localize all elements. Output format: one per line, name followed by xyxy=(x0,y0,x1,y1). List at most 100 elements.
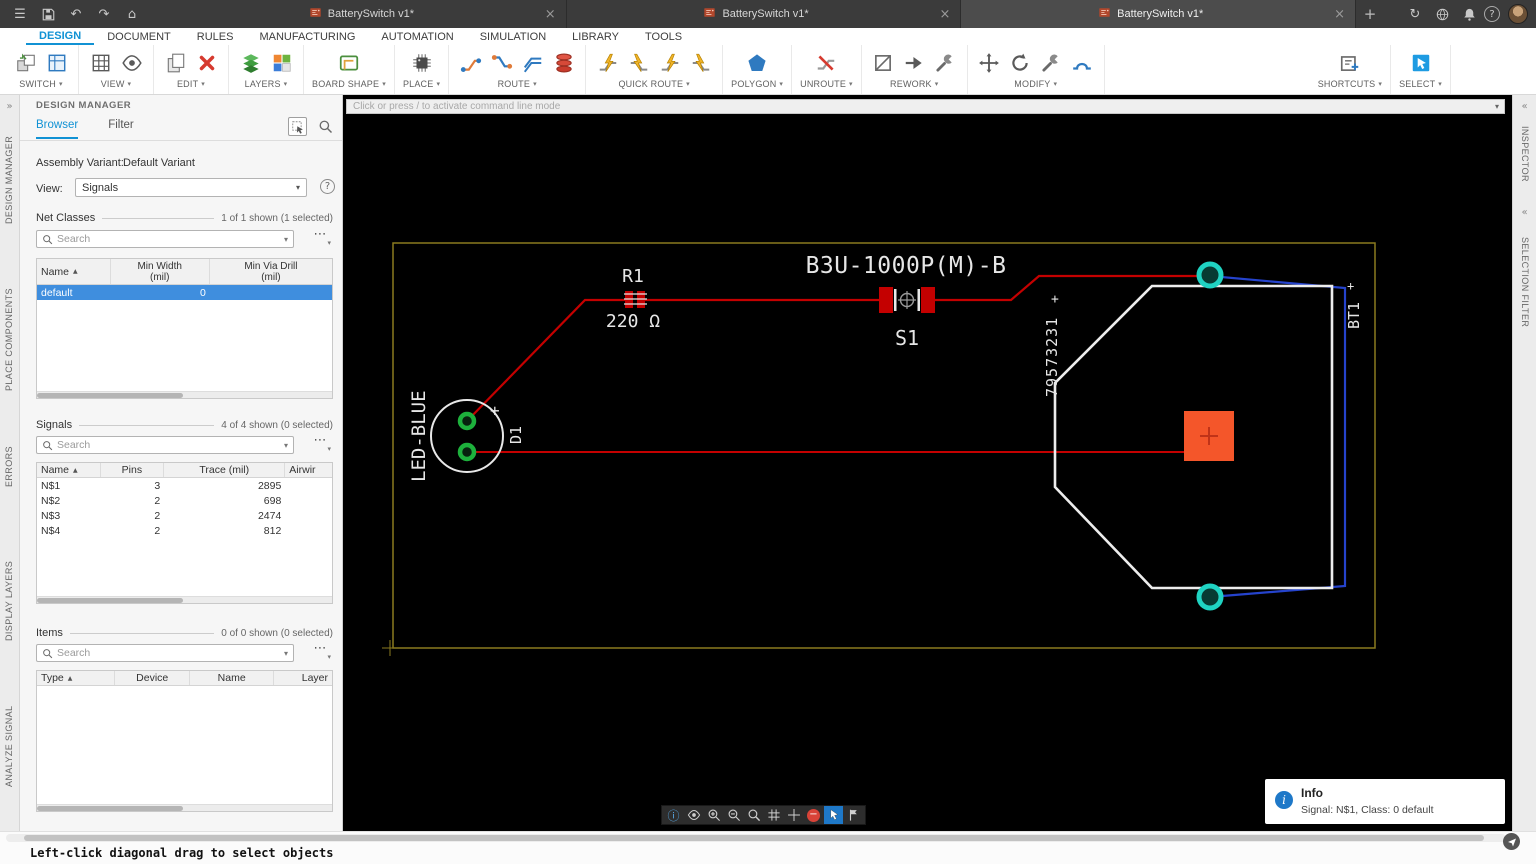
quick-route-icon[interactable] xyxy=(594,49,621,76)
zoom-fit-icon[interactable] xyxy=(744,806,763,824)
toolbar-menu-unroute[interactable]: UNROUTE ▾ xyxy=(800,79,853,89)
route-manual-icon[interactable] xyxy=(457,49,484,76)
tab-filter[interactable]: Filter xyxy=(108,119,134,139)
feedback-icon[interactable] xyxy=(1503,833,1520,850)
led-pad-anode[interactable] xyxy=(457,411,477,431)
toolbar-menu-board-shape[interactable]: BOARD SHAPE ▾ xyxy=(312,79,386,89)
view-visibility-icon[interactable] xyxy=(118,49,145,76)
column-trace[interactable]: Trace (mil) xyxy=(164,463,286,477)
view-select[interactable]: Signals ▾ xyxy=(75,178,307,197)
menu-library[interactable]: LIBRARY xyxy=(559,28,632,45)
tab-browser[interactable]: Browser xyxy=(36,119,79,139)
trace-s1-to-bt1[interactable] xyxy=(935,274,1210,302)
float-panel-icon[interactable] xyxy=(288,117,307,136)
select-mode-icon[interactable] xyxy=(824,806,843,824)
rail-tab-design-manager[interactable]: DESIGN MANAGER xyxy=(4,128,14,232)
toolbar-menu-select[interactable]: SELECT ▾ xyxy=(1399,79,1442,89)
shortcuts-icon[interactable] xyxy=(1336,49,1363,76)
menu-design[interactable]: DESIGN xyxy=(26,28,95,45)
signal-row-n1[interactable]: N$1 3 2895 xyxy=(37,478,332,493)
redo-icon[interactable]: ↷ xyxy=(92,3,116,25)
document-tab-3-active[interactable]: BatterySwitch v1* × xyxy=(961,0,1357,28)
signal-row-n4[interactable]: N$4 2 812 xyxy=(37,523,332,538)
layers-icon[interactable] xyxy=(237,49,264,76)
toolbar-menu-rework[interactable]: REWORK ▾ xyxy=(890,79,938,89)
rail-tab-place-components[interactable]: PLACE COMPONENTS xyxy=(4,285,14,395)
s1-pad-1[interactable] xyxy=(879,287,893,313)
place-component-icon[interactable] xyxy=(408,49,435,76)
modify-wrench-icon[interactable] xyxy=(1038,49,1065,76)
eye-icon[interactable] xyxy=(684,806,703,824)
toolbar-menu-route[interactable]: ROUTE ▾ xyxy=(498,79,537,89)
rail-tab-display-layers[interactable]: DISPLAY LAYERS xyxy=(4,555,14,647)
close-icon[interactable]: × xyxy=(543,7,558,22)
net-class-row-default[interactable]: default 0 xyxy=(37,285,332,300)
silkscreen-led-name[interactable]: LED-BLUE xyxy=(407,380,431,492)
close-icon[interactable]: × xyxy=(1332,7,1347,22)
menu-document[interactable]: DOCUMENT xyxy=(94,28,184,45)
column-airwires[interactable]: Airwir xyxy=(285,463,332,477)
silkscreen-part-title[interactable]: B3U-1000P(M)-B xyxy=(790,253,1022,279)
toolbar-menu-layers[interactable]: LAYERS ▾ xyxy=(245,79,288,89)
canvas-horizontal-scrollbar[interactable] xyxy=(6,834,1506,842)
menu-simulation[interactable]: SIMULATION xyxy=(467,28,559,45)
bt1-pad-bottom[interactable] xyxy=(1196,583,1224,611)
polygon-icon[interactable] xyxy=(744,49,771,76)
chevron-down-icon[interactable]: ▾ xyxy=(284,441,288,450)
expand-selection-filter-icon[interactable]: « xyxy=(1513,207,1536,218)
open-board-icon[interactable] xyxy=(43,49,70,76)
crosshair-icon[interactable] xyxy=(784,806,803,824)
column-name[interactable]: Name ▲ xyxy=(37,259,111,284)
rail-tab-errors[interactable]: ERRORS xyxy=(4,447,14,488)
jumper-icon[interactable] xyxy=(1069,49,1096,76)
document-tab-2[interactable]: BatterySwitch v1* × xyxy=(566,0,962,28)
column-name[interactable]: Name ▲ xyxy=(37,463,101,477)
help-icon[interactable]: ? xyxy=(320,179,335,194)
toolbar-menu-modify[interactable]: MODIFY ▾ xyxy=(1014,79,1057,89)
horizontal-scrollbar[interactable] xyxy=(37,596,332,603)
column-layer[interactable]: Layer xyxy=(274,671,332,685)
horizontal-scrollbar[interactable] xyxy=(37,804,332,811)
toolbar-menu-place[interactable]: PLACE ▾ xyxy=(403,79,440,89)
s1-pad-2[interactable] xyxy=(921,287,935,313)
zoom-in-icon[interactable] xyxy=(704,806,723,824)
scrollbar-thumb[interactable] xyxy=(37,806,183,811)
board-shape-icon[interactable] xyxy=(335,49,362,76)
probe-flag-icon[interactable] xyxy=(844,806,863,824)
notifications-icon[interactable] xyxy=(1457,3,1481,25)
chevron-down-icon[interactable]: ▾ xyxy=(284,235,288,244)
more-options-button[interactable]: ⋯ ▾ xyxy=(307,228,333,247)
document-tab-1[interactable]: BatterySwitch v1* × xyxy=(172,0,567,28)
save-icon[interactable] xyxy=(36,3,60,25)
route-active-icon[interactable] xyxy=(488,49,515,76)
menu-automation[interactable]: AUTOMATION xyxy=(368,28,466,45)
menu-rules[interactable]: RULES xyxy=(184,28,247,45)
move-icon[interactable] xyxy=(976,49,1003,76)
search-input[interactable] xyxy=(57,647,280,659)
search-input[interactable] xyxy=(57,439,280,451)
silkscreen-r1-value[interactable]: 220 Ω xyxy=(595,311,671,332)
quick-route-fanout-icon[interactable] xyxy=(656,49,683,76)
column-min-via-drill[interactable]: Min Via Drill (mil) xyxy=(210,259,332,284)
signals-search[interactable]: ▾ xyxy=(36,436,294,454)
remove-icon[interactable]: − xyxy=(804,806,823,824)
rotate-icon[interactable] xyxy=(1007,49,1034,76)
avatar[interactable] xyxy=(1508,4,1528,24)
zoom-out-icon[interactable] xyxy=(724,806,743,824)
column-type[interactable]: Type ▲ xyxy=(37,671,116,685)
toolbar-menu-view[interactable]: VIEW ▾ xyxy=(101,79,132,89)
quick-route-net-icon[interactable] xyxy=(687,49,714,76)
quick-route-multi-icon[interactable] xyxy=(625,49,652,76)
toolbar-menu-edit[interactable]: EDIT ▾ xyxy=(177,79,205,89)
silkscreen-r1-ref[interactable]: R1 xyxy=(609,266,657,287)
silkscreen-d1-ref[interactable]: D1 xyxy=(507,413,525,457)
scrollbar-thumb[interactable] xyxy=(37,598,183,603)
via-stack-icon[interactable] xyxy=(550,49,577,76)
find-icon[interactable] xyxy=(316,117,335,136)
expand-panel-icon[interactable]: » xyxy=(0,101,19,112)
toolbar-menu-switch[interactable]: SWITCH ▾ xyxy=(19,79,62,89)
cleanup-wrench-icon[interactable] xyxy=(932,49,959,76)
rail-tab-analyze-signal[interactable]: ANALYZE SIGNAL xyxy=(4,700,14,792)
undo-icon[interactable]: ↶ xyxy=(64,3,88,25)
new-tab-icon[interactable]: + xyxy=(1356,0,1384,28)
